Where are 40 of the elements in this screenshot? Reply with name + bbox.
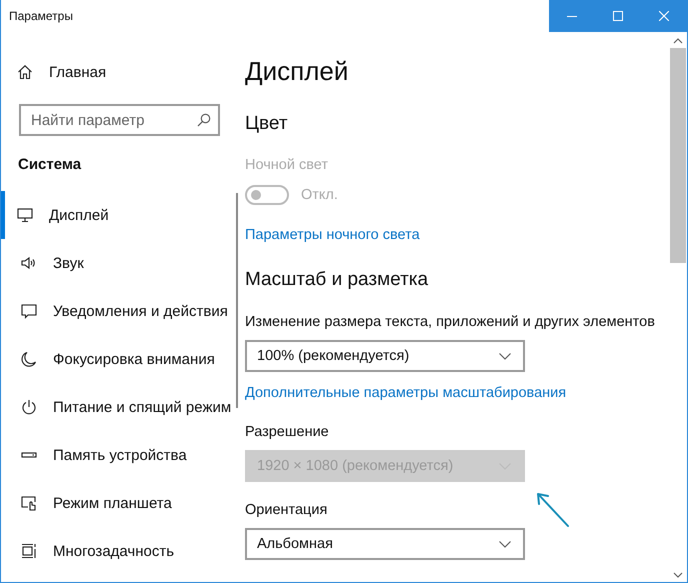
multitask-icon xyxy=(21,543,37,559)
toggle-state: Откл. xyxy=(301,187,338,203)
sidebar-item[interactable]: Память устройства xyxy=(1,431,232,479)
tablet-icon xyxy=(21,495,37,511)
section-heading: Система xyxy=(17,156,82,175)
chevron-down-icon xyxy=(499,540,511,548)
section-heading: Масштаб и разметка xyxy=(245,268,430,292)
search-icon xyxy=(197,113,211,127)
scroll-up-icon[interactable] xyxy=(673,38,683,44)
speech-bubble-icon xyxy=(21,303,37,319)
sidebar-item[interactable]: Фокусировка внимания xyxy=(1,335,232,383)
settings-link[interactable]: Параметры ночного света xyxy=(245,227,420,243)
home-icon xyxy=(17,64,33,80)
sidebar-item[interactable]: Многозадачность xyxy=(1,527,232,575)
home-link[interactable]: Главная xyxy=(49,64,106,80)
sidebar-item[interactable]: Питание и спящий режим xyxy=(1,383,232,431)
search-field[interactable]: Найти параметр xyxy=(19,104,220,136)
sidebar-item[interactable]: Звук xyxy=(1,239,232,287)
annotation-arrow xyxy=(535,490,571,528)
dropdown-label: Разрешение xyxy=(245,424,329,442)
chevron-down-icon xyxy=(499,352,511,360)
maximize-icon xyxy=(613,11,623,21)
dropdown-label: Изменение размера текста, приложений и других элементов xyxy=(245,314,655,332)
sidebar-item[interactable]: Уведомления и действия xyxy=(1,287,232,335)
scroll-down-icon[interactable] xyxy=(673,572,683,578)
toggle-label: Ночной свет xyxy=(245,157,328,175)
section-heading: Цвет xyxy=(245,112,289,136)
sidebar-item[interactable]: Дисплей xyxy=(1,191,232,239)
page-title: Дисплей xyxy=(245,56,350,86)
close-icon xyxy=(659,11,669,21)
dropdown-label: Ориентация xyxy=(245,502,328,520)
moon-icon xyxy=(21,351,37,367)
dropdown[interactable]: 100% (рекомендуется) xyxy=(245,340,525,372)
window-title: Параметры xyxy=(8,9,73,23)
power-icon xyxy=(21,399,37,415)
monitor-icon xyxy=(17,207,33,223)
dropdown[interactable]: Альбомная xyxy=(245,528,525,560)
speaker-icon xyxy=(21,255,37,271)
settings-link[interactable]: Дополнительные параметры масштабирования xyxy=(245,385,566,401)
sidebar-item[interactable]: Режим планшета xyxy=(1,479,232,527)
